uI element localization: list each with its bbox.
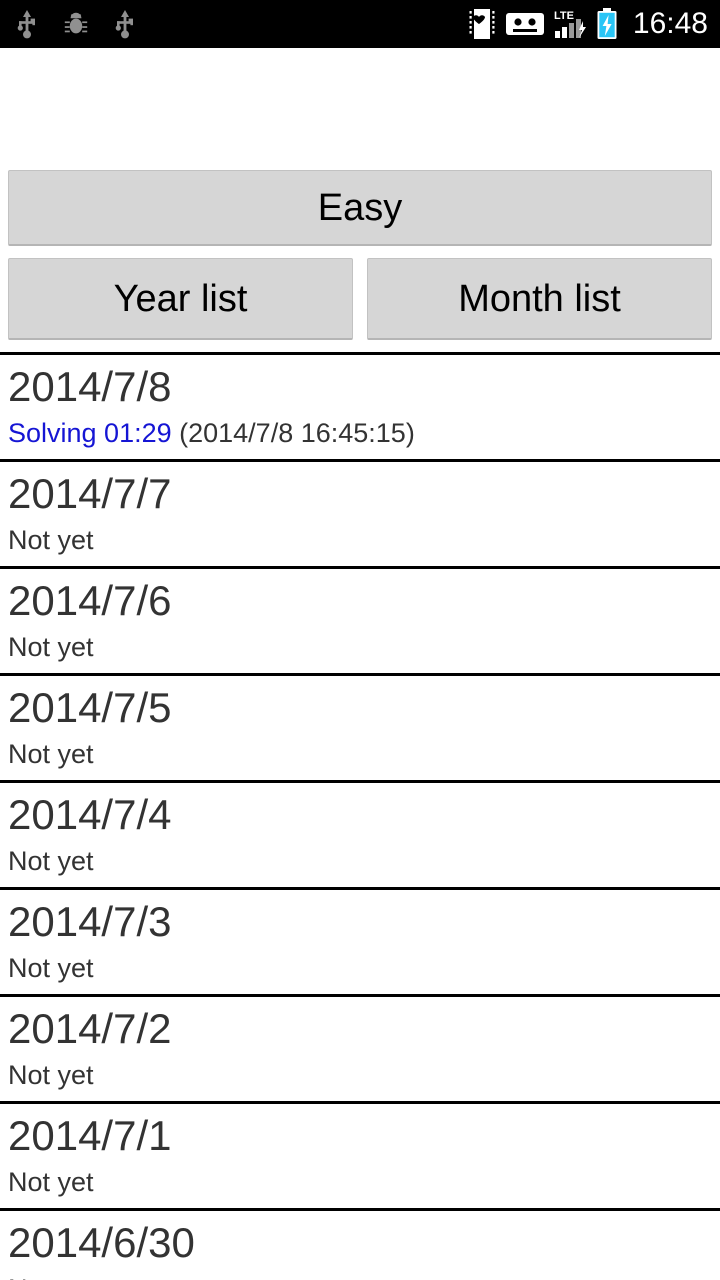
list-item[interactable]: 2014/7/1 Not yet	[0, 1104, 720, 1211]
list-item-status-label: Not yet	[8, 846, 94, 876]
list-item-date: 2014/6/30	[8, 1219, 195, 1266]
status-bar: LTE 16:48	[0, 0, 720, 48]
list-item-status-label: Not yet	[8, 1274, 94, 1280]
list-item-status: Not yet	[8, 950, 720, 986]
list-item-date: 2014/7/6	[8, 577, 172, 624]
list-item-status: Not yet	[8, 1164, 720, 1200]
difficulty-button[interactable]: Easy	[8, 170, 712, 246]
list-item-date: 2014/7/5	[8, 684, 172, 731]
bug-icon	[64, 11, 88, 37]
list-item-status: Not yet	[8, 736, 720, 772]
list-item-date: 2014/7/8	[8, 363, 172, 410]
list-item-status-label: Not yet	[8, 632, 94, 662]
record-list[interactable]: 2014/7/8 Solving 01:29 (2014/7/8 16:45:15…	[0, 352, 720, 1280]
media-cassette-icon	[505, 9, 545, 39]
list-item-date: 2014/7/2	[8, 1005, 172, 1052]
list-item-status-label: Not yet	[8, 1060, 94, 1090]
list-item-status: Not yet	[8, 1271, 720, 1280]
status-bar-clock: 16:48	[632, 7, 708, 40]
list-scrollbar[interactable]	[708, 352, 716, 1280]
list-item-status-label: Not yet	[8, 953, 94, 983]
list-item[interactable]: 2014/7/6 Not yet	[0, 569, 720, 676]
notification-icon	[467, 7, 497, 41]
usb-icon	[114, 9, 136, 39]
list-item-status-label: Solving 01:29	[8, 418, 172, 448]
list-item-date: 2014/7/4	[8, 791, 172, 838]
list-item-timestamp: (2014/7/8 16:45:15)	[171, 418, 415, 448]
list-item-status-label: Not yet	[8, 525, 94, 555]
usb-icon	[16, 9, 38, 39]
list-item[interactable]: 2014/7/2 Not yet	[0, 997, 720, 1104]
list-item-status: Not yet	[8, 843, 720, 879]
list-item[interactable]: 2014/6/30 Not yet	[0, 1211, 720, 1280]
list-item[interactable]: 2014/7/5 Not yet	[0, 676, 720, 783]
lte-signal-icon: LTE	[553, 8, 587, 40]
list-item-status: Not yet	[8, 629, 720, 665]
list-item-status: Not yet	[8, 1057, 720, 1093]
list-item-status-label: Not yet	[8, 1167, 94, 1197]
year-list-button[interactable]: Year list	[8, 258, 353, 340]
list-item-date: 2014/7/3	[8, 898, 172, 945]
list-item[interactable]: 2014/7/4 Not yet	[0, 783, 720, 890]
list-item[interactable]: 2014/7/8 Solving 01:29 (2014/7/8 16:45:15…	[0, 355, 720, 462]
status-bar-left-icons	[16, 9, 136, 39]
list-item[interactable]: 2014/7/7 Not yet	[0, 462, 720, 569]
app-content: Easy Year list Month list 2014/7/8 Solvin…	[0, 48, 720, 1280]
list-item-date: 2014/7/7	[8, 470, 172, 517]
status-bar-right-icons: LTE 16:48	[467, 7, 708, 41]
list-item-status-label: Not yet	[8, 739, 94, 769]
list-item-status: Not yet	[8, 522, 720, 558]
svg-text:LTE: LTE	[554, 10, 574, 22]
month-list-button[interactable]: Month list	[367, 258, 712, 340]
list-item-date: 2014/7/1	[8, 1112, 172, 1159]
list-item[interactable]: 2014/7/3 Not yet	[0, 890, 720, 997]
battery-charging-icon	[595, 7, 619, 41]
list-item-status: Solving 01:29 (2014/7/8 16:45:15)	[8, 415, 720, 451]
